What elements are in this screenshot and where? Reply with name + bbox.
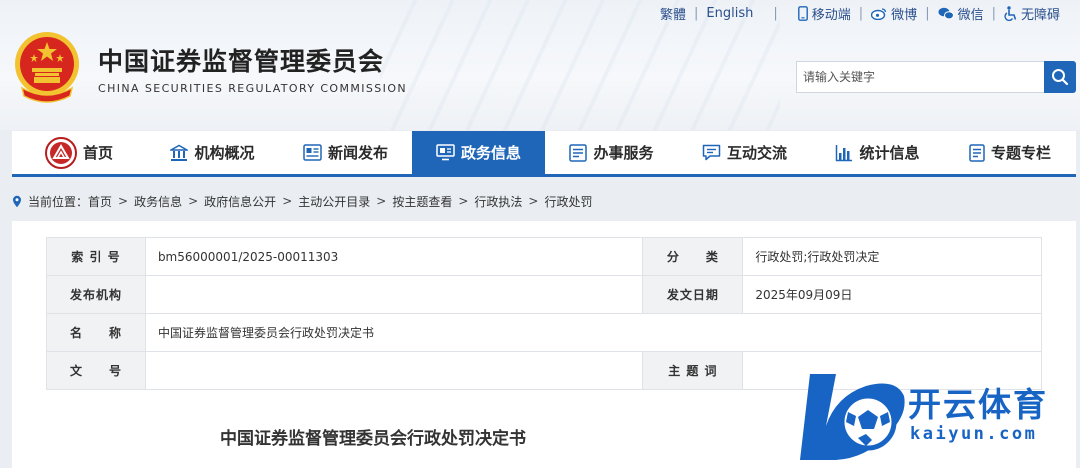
breadcrumb-info-disclosure[interactable]: 政府信息公开 [204, 193, 276, 210]
breadcrumb-prefix: 当前位置： [28, 194, 89, 209]
nav-item-label: 办事服务 [593, 144, 654, 162]
building-icon [170, 144, 189, 161]
nav-item-label: 统计信息 [859, 144, 920, 162]
weibo-icon [871, 7, 887, 20]
search-box [796, 61, 1076, 93]
mobile-link[interactable]: 移动端 [797, 4, 851, 23]
name-value: 中国证券监督管理委员会行政处罚决定书 [144, 313, 1043, 352]
list-icon [569, 143, 588, 162]
category-label: 分 类 [642, 237, 744, 276]
breadcrumb-penalty[interactable]: 行政处罚 [544, 193, 592, 210]
nav-item-label: 新闻发布 [327, 144, 388, 162]
breadcrumb-separator: > [376, 194, 387, 208]
divider: | [858, 5, 864, 21]
breadcrumb-enforcement[interactable]: 行政执法 [474, 193, 522, 210]
nav-item-label: 政务信息 [460, 144, 521, 162]
subject-label: 主 题 词 [642, 351, 744, 390]
watermark-text-en: kaiyun.com [910, 424, 1038, 444]
search-button[interactable] [1044, 61, 1076, 93]
document-title: 中国证券监督管理委员会行政处罚决定书 [220, 429, 526, 449]
accessibility-link[interactable]: 无障碍 [1004, 4, 1060, 23]
nav-item-label: 互动交流 [726, 144, 787, 162]
monitor-icon [436, 144, 455, 161]
wechat-link-label: 微信 [957, 7, 984, 23]
divider: | [773, 5, 778, 21]
breadcrumb-separator: > [118, 194, 129, 208]
publisher-value [144, 275, 644, 314]
watermark-text-cn: 开云体育 [908, 385, 1048, 424]
breadcrumb-separator: > [458, 194, 469, 208]
nav-item-label: 首页 [82, 144, 113, 162]
nav-item-label: 专题专栏 [990, 144, 1051, 162]
date-value: 2025年09月09日 [742, 275, 1042, 314]
search-input[interactable] [796, 61, 1044, 93]
wechat-link[interactable]: 微信 [938, 4, 984, 23]
weibo-link-label: 微博 [891, 7, 918, 23]
index-value: bm56000001/2025-00011303 [144, 237, 644, 276]
mobile-link-label: 移动端 [811, 7, 851, 23]
search-icon [1052, 69, 1069, 86]
name-label: 名 称 [46, 313, 146, 352]
breadcrumb-separator: > [282, 194, 293, 208]
breadcrumb-home[interactable]: 首页 [88, 193, 112, 210]
org-name-cn[interactable]: 中国证券监督管理委员会 [98, 42, 384, 78]
site-header: 中国证券监督管理委员会 CHINA SECURITIES REGULATORY … [0, 0, 1080, 130]
index-label: 索 引 号 [46, 237, 146, 276]
table-row: 发布机构 发文日期 2025年09月09日 [46, 275, 1042, 314]
nav-item-interaction[interactable]: 互动交流 [678, 131, 811, 174]
nav-item-services[interactable]: 办事服务 [545, 131, 678, 174]
breadcrumb-gov-info[interactable]: 政务信息 [134, 193, 182, 210]
divider: | [694, 5, 699, 21]
nav-item-special[interactable]: 专题专栏 [944, 131, 1076, 174]
nav-item-about[interactable]: 机构概况 [146, 131, 279, 174]
publisher-label: 发布机构 [46, 275, 146, 314]
category-value: 行政处罚;行政处罚决定 [742, 237, 1042, 276]
breadcrumb: 当前位置： 首页 > 政务信息 > 政府信息公开 > 主动公开目录 > 按主题查… [12, 191, 593, 211]
docno-label: 文 号 [46, 351, 146, 390]
wheelchair-icon [1004, 5, 1017, 21]
nav-item-label: 机构概况 [194, 144, 255, 162]
breadcrumb-by-topic[interactable]: 按主题查看 [392, 193, 452, 210]
table-row: 索 引 号 bm56000001/2025-00011303 分 类 行政处罚;… [46, 237, 1042, 276]
top-links: 繁體 | English | 移动端 | 微博 | 微信 | 无障碍 [660, 4, 1060, 23]
document-icon [969, 143, 985, 162]
divider: | [925, 5, 930, 21]
nav-item-statistics[interactable]: 统计信息 [811, 131, 944, 174]
table-row: 名 称 中国证券监督管理委员会行政处罚决定书 [46, 313, 1043, 352]
breadcrumb-directory[interactable]: 主动公开目录 [298, 193, 370, 210]
national-emblem-icon[interactable] [12, 30, 82, 106]
news-icon [303, 144, 322, 161]
home-logo-icon [44, 136, 77, 169]
mobile-phone-icon [797, 5, 808, 21]
divider: | [991, 5, 996, 21]
docno-value [144, 351, 644, 390]
accessibility-link-label: 无障碍 [1020, 7, 1060, 23]
location-pin-icon [13, 195, 21, 207]
breadcrumb-separator: > [528, 194, 539, 208]
chat-icon [702, 144, 721, 161]
org-name-en[interactable]: CHINA SECURITIES REGULATORY COMMISSION [98, 82, 407, 95]
main-nav: 首页 机构概况 新闻发布 政务信息 办事服务 互动交流 统计信息 专题专栏 [12, 131, 1076, 177]
breadcrumb-separator: > [188, 194, 199, 208]
english-link[interactable]: English [706, 6, 753, 21]
traditional-chinese-link[interactable]: 繁體 [660, 4, 686, 23]
nav-item-home[interactable]: 首页 [12, 131, 146, 174]
weibo-link[interactable]: 微博 [871, 4, 917, 23]
bar-chart-icon [836, 144, 853, 161]
nav-item-news[interactable]: 新闻发布 [279, 131, 412, 174]
nav-item-gov-info[interactable]: 政务信息 [412, 131, 545, 174]
date-label: 发文日期 [642, 275, 744, 314]
wechat-icon [938, 7, 954, 19]
